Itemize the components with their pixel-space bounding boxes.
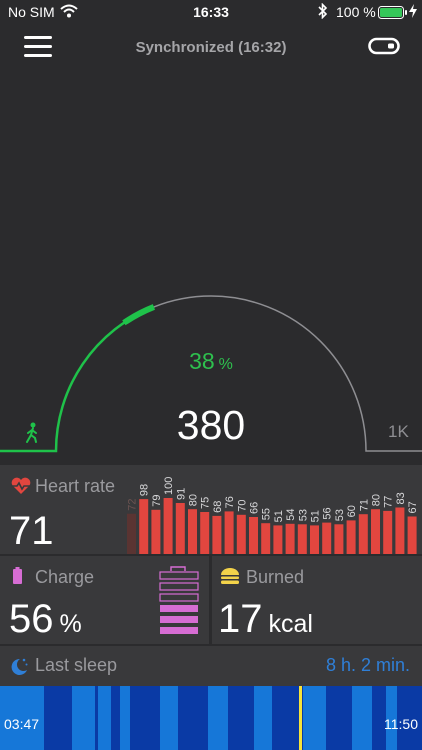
bluetooth-icon xyxy=(318,2,328,22)
burned-tile[interactable]: Burned 17 kcal xyxy=(212,556,422,644)
charging-bolt-icon xyxy=(409,4,417,21)
heart-rate-bar xyxy=(322,522,332,554)
sync-status-title: Synchronized (16:32) xyxy=(135,39,287,56)
heart-rate-bar-label: 72 xyxy=(127,498,139,510)
heart-rate-bar-label: 53 xyxy=(334,509,346,521)
battery-segment xyxy=(159,571,199,580)
heart-rate-bar-label: 51 xyxy=(273,510,285,522)
charge-label: Charge xyxy=(35,567,95,587)
heart-rate-bar xyxy=(200,512,210,554)
heart-rate-bar xyxy=(163,498,173,554)
heart-rate-bar xyxy=(407,516,417,554)
status-bar: No SIM 16:33 100 % xyxy=(0,0,422,24)
heart-rate-bar-label: 70 xyxy=(236,500,248,512)
heart-rate-bar xyxy=(383,510,393,554)
burger-icon xyxy=(220,567,240,590)
battery-segment xyxy=(159,582,199,591)
battery-segment xyxy=(159,593,199,602)
heart-rate-bar-label: 56 xyxy=(322,507,334,519)
heart-rate-bar xyxy=(212,515,222,554)
top-navigation-bar: Synchronized (16:32) xyxy=(0,26,422,70)
deep-sleep-band xyxy=(178,686,208,750)
heart-rate-bar-label: 55 xyxy=(261,508,273,520)
heart-rate-bar xyxy=(285,523,295,554)
heart-rate-bar-label: 54 xyxy=(285,509,297,521)
battery-icon xyxy=(378,6,408,22)
fitness-band-icon[interactable] xyxy=(368,37,400,60)
heart-rate-bar xyxy=(249,517,258,554)
heart-rate-bar xyxy=(346,520,356,554)
battery-segment xyxy=(160,616,198,623)
heart-rate-bar-label: 79 xyxy=(151,495,163,507)
heart-rate-bar-label: 76 xyxy=(224,496,236,508)
heart-rate-bar xyxy=(371,509,380,554)
deep-sleep-band xyxy=(111,686,120,750)
battery-level-graphic xyxy=(159,566,199,634)
sleep-end-time: 11:50 xyxy=(384,716,418,732)
deep-sleep-band xyxy=(326,686,352,750)
heart-rate-bar-label: 91 xyxy=(175,488,187,500)
deep-sleep-band xyxy=(95,686,98,750)
steps-gauge[interactable]: 38% 380 1K xyxy=(0,290,422,465)
heart-rate-bar-label: 60 xyxy=(346,505,358,517)
sleep-start-time: 03:47 xyxy=(4,716,40,732)
steps-count: 380 xyxy=(176,402,246,448)
heart-rate-bar xyxy=(273,525,283,554)
heart-rate-bar-label: 98 xyxy=(139,484,151,496)
heart-rate-bar-label: 100 xyxy=(163,477,175,495)
steps-percent: 38% xyxy=(189,348,233,374)
heart-rate-bar xyxy=(151,509,161,554)
heart-rate-bar-label: 80 xyxy=(371,494,383,506)
heart-rate-bar-label: 71 xyxy=(358,499,370,511)
gauge-progress-tip xyxy=(122,304,156,326)
battery-cap xyxy=(170,566,186,571)
battery-percent: 100 % xyxy=(336,4,376,20)
heart-rate-bar-label: 51 xyxy=(310,510,322,522)
deep-sleep-band xyxy=(228,686,254,750)
heart-rate-bar xyxy=(334,524,344,554)
charge-value: 56% xyxy=(9,597,82,641)
heart-rate-tile[interactable]: Heart rate 71 72 98 79 100 91 80 75 68 76 70 66 55 5… xyxy=(0,465,422,554)
battery-segment xyxy=(160,605,198,612)
heart-rate-bar-label: 67 xyxy=(407,501,419,513)
burned-label: Burned xyxy=(246,567,305,587)
heart-rate-bar xyxy=(175,503,185,554)
sleep-duration: 8 h. 2 min. xyxy=(325,655,410,675)
deep-sleep-band xyxy=(130,686,160,750)
heart-rate-bar-label: 80 xyxy=(188,494,200,506)
heart-rate-bar xyxy=(224,511,234,554)
heart-rate-bar-label: 75 xyxy=(200,497,212,509)
heart-rate-chart: 729879100 9180 75 68 76 70 6655 51 54 53 51 56 53 607… xyxy=(127,477,419,554)
last-sleep-tile[interactable]: Last sleep 8 h. 2 min. 03:47 11:50 xyxy=(0,646,422,750)
burned-value: 17 kcal xyxy=(218,597,313,641)
moon-stars-icon xyxy=(9,656,29,681)
heart-rate-bar-label: 66 xyxy=(249,502,261,514)
heart-rate-bar xyxy=(358,514,368,554)
heart-rate-bar xyxy=(395,507,405,554)
deep-sleep-band xyxy=(272,686,303,750)
battery-segment xyxy=(160,627,198,634)
charge-tile[interactable]: Charge 56% xyxy=(0,556,209,644)
heart-rate-bar-label: 53 xyxy=(297,509,309,521)
heart-rate-bar-label: 77 xyxy=(383,496,395,508)
heart-rate-bar xyxy=(236,514,246,554)
battery-icon xyxy=(13,567,22,584)
heart-rate-bar-label: 83 xyxy=(395,492,407,504)
heart-rate-bar-label: 68 xyxy=(212,501,224,513)
deep-sleep-band xyxy=(44,686,72,750)
heart-rate-bar xyxy=(261,523,271,554)
heart-rate-bar xyxy=(139,499,149,554)
last-sleep-label: Last sleep xyxy=(35,655,118,675)
heart-rate-bar xyxy=(310,525,319,554)
steps-goal: 1K xyxy=(388,422,409,441)
heart-rate-bar xyxy=(188,509,197,554)
sleep-timeline xyxy=(0,686,422,750)
sleep-marker xyxy=(299,686,302,750)
heart-rate-bar xyxy=(127,513,136,554)
heart-rate-bar xyxy=(297,524,307,554)
